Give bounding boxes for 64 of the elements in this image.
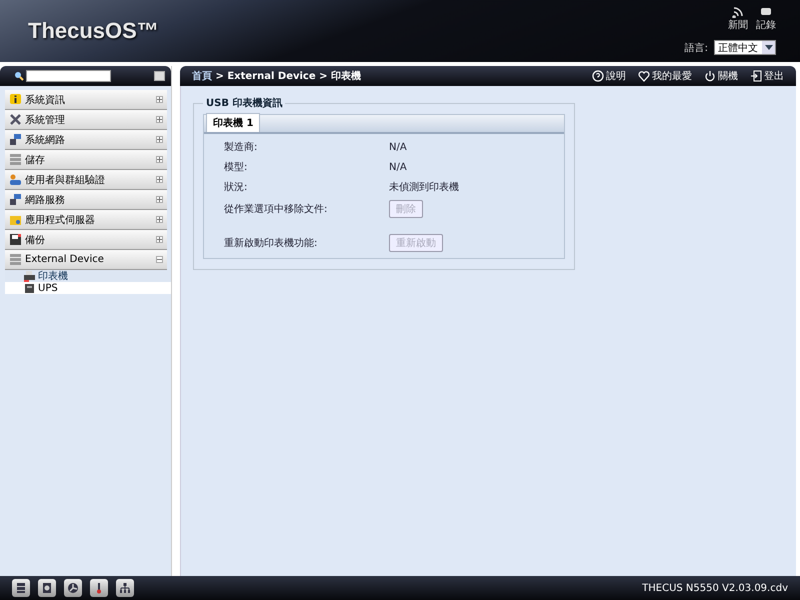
language-select[interactable]: 正體中文 [714, 40, 776, 55]
log-link[interactable]: 記錄 [756, 7, 776, 32]
help-icon [592, 70, 604, 82]
expand-icon [156, 156, 163, 163]
info-icon [9, 93, 22, 106]
ups-icon [23, 282, 36, 294]
field-label: 製造商: [224, 140, 258, 154]
logout-icon [750, 70, 762, 82]
tab[interactable]: 印表機 1 [206, 113, 260, 132]
field-value: N/A [389, 142, 408, 152]
expand-icon [156, 196, 163, 203]
folder-icon [9, 213, 22, 226]
news-link[interactable]: 新聞 [728, 7, 748, 32]
search-field[interactable] [26, 70, 111, 82]
menu-item[interactable]: External Device [5, 250, 167, 270]
expand-icon [156, 136, 163, 143]
collapse-icon [156, 256, 163, 263]
caret-icon [764, 45, 772, 50]
breadcrumb-link[interactable]: 首頁 [192, 69, 212, 83]
language-label: 語言: [684, 42, 708, 54]
version-text: THECUS N5550 V2.03.09.cdv [642, 582, 788, 594]
power-icon [704, 70, 716, 82]
computer-icon [9, 133, 22, 146]
logo: ThecusOS™ [28, 18, 159, 44]
expand-icon [156, 176, 163, 183]
toolbar-link[interactable]: 登出 [750, 69, 784, 83]
speech-bubble-icon [760, 7, 772, 18]
server-icon[interactable] [12, 579, 30, 597]
menu-item[interactable]: 網路服務 [5, 190, 167, 210]
printer-icon [23, 270, 36, 282]
users-icon [9, 173, 22, 186]
expand-icon [156, 236, 163, 243]
server-icon [9, 253, 22, 266]
menu-item[interactable]: 儲存 [5, 150, 167, 170]
expand-icon [156, 116, 163, 123]
floppy-icon [9, 233, 22, 246]
server-icon [9, 153, 22, 166]
menu-subitem[interactable]: 印表機 [5, 270, 171, 282]
field-label: 重新啟動印表機功能: [224, 236, 318, 250]
heart-icon [638, 70, 650, 82]
thermometer-icon[interactable] [90, 579, 108, 597]
menu-item[interactable]: 應用程式伺服器 [5, 210, 167, 230]
field-value: 未偵測到印表機 [389, 180, 460, 194]
search-icon [14, 71, 24, 81]
network-icon[interactable] [116, 579, 134, 597]
group-title: USB 印表機資訊 [205, 96, 284, 110]
toolbar-link[interactable]: 說明 [592, 69, 626, 83]
expand-icon [156, 96, 163, 103]
toolbar-link[interactable]: 關機 [704, 69, 738, 83]
menu-item[interactable]: 系統管理 [5, 110, 167, 130]
field-value: N/A [389, 162, 408, 172]
expand-icon [156, 216, 163, 223]
rss-icon [732, 7, 744, 18]
toolbar-link[interactable]: 我的最愛 [638, 69, 692, 83]
field-label: 從作業選項中移除文件: [224, 202, 328, 216]
fan-icon[interactable] [64, 579, 82, 597]
computer-icon [9, 193, 22, 206]
menu-item[interactable]: 備份 [5, 230, 167, 250]
breadcrumb-text: > External Device > 印表機 [214, 70, 361, 83]
menu-item[interactable]: 使用者與群組驗證 [5, 170, 167, 190]
field-label: 模型: [224, 160, 248, 174]
field-label: 狀況: [224, 180, 248, 194]
menu-item[interactable]: 系統資訊 [5, 90, 167, 110]
menu-item[interactable]: 系統網路 [5, 130, 167, 150]
